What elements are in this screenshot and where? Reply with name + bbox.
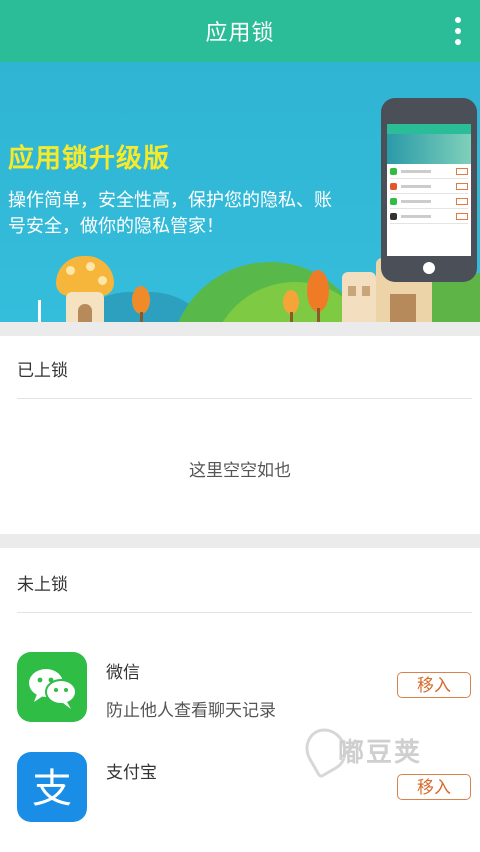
- empty-state-text: 这里空空如也: [189, 461, 291, 481]
- mushroom-house-illustration: [56, 256, 114, 296]
- mushroom-house-door: [78, 304, 92, 322]
- house-illustration: [342, 272, 376, 322]
- locked-section-title: 已上锁: [17, 361, 68, 381]
- app-name: 支付宝: [106, 763, 157, 783]
- watermark-logo: 嘟豆荚: [297, 720, 464, 782]
- watermark-text: 嘟豆荚: [338, 738, 423, 768]
- phone-screen: [387, 124, 471, 256]
- tree-trunk: [317, 308, 320, 322]
- app-description: 防止他人查看聊天记录: [106, 701, 276, 721]
- section-divider: [0, 534, 480, 548]
- alipay-icon: 支: [17, 752, 87, 822]
- more-vertical-icon[interactable]: [450, 17, 466, 45]
- wechat-icon: [17, 652, 87, 722]
- section-divider: [0, 322, 480, 336]
- house-door: [390, 294, 416, 322]
- banner-headline: 应用锁升级版: [8, 144, 171, 174]
- tree-trunk: [140, 312, 143, 322]
- tree-trunk: [290, 312, 293, 322]
- phone-home-button: [423, 262, 435, 274]
- page-title: 应用锁: [205, 21, 275, 46]
- tree-illustration: [307, 270, 329, 312]
- top-bar: 应用锁: [0, 0, 480, 62]
- locked-section: 已上锁 这里空空如也: [0, 336, 480, 534]
- tree-illustration: [283, 290, 299, 314]
- banner-description: 操作简单，安全性高，保护您的隐私、账号安全，做你的隐私管家！: [8, 190, 332, 237]
- divider: [17, 612, 472, 613]
- unlocked-section-title: 未上锁: [17, 575, 68, 595]
- promo-banner[interactable]: 应用锁升级版 操作简单，安全性高，保护您的隐私、账号安全，做你的隐私管家！: [0, 62, 480, 322]
- divider: [17, 398, 472, 399]
- svg-text:支: 支: [32, 766, 72, 812]
- move-in-button[interactable]: 移入: [397, 672, 471, 698]
- app-name: 微信: [106, 663, 140, 683]
- tree-illustration: [132, 286, 150, 314]
- phone-mockup-illustration: [381, 98, 477, 282]
